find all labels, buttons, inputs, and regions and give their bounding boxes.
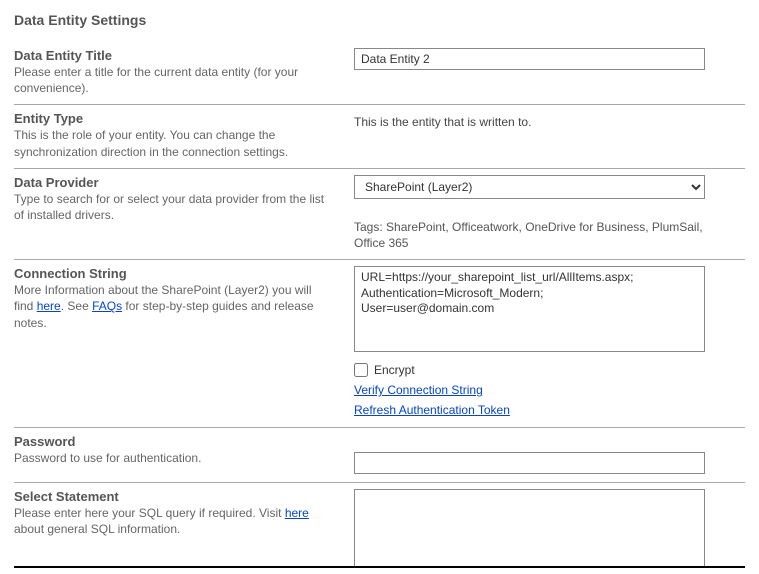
password-desc: Password to use for authentication. [14,450,326,466]
select-stmt-textarea[interactable] [354,489,705,568]
data-provider-select[interactable]: SharePoint (Layer2) [354,175,705,199]
conn-string-desc: More Information about the SharePoint (L… [14,282,326,331]
title-label: Data Entity Title [14,48,326,63]
entity-type-label: Entity Type [14,111,326,126]
password-label: Password [14,434,326,449]
section-data-provider: Data Provider Type to search for or sele… [14,169,745,260]
select-desc-prefix: Please enter here your SQL query if requ… [14,506,285,520]
select-desc-suffix: about general SQL information. [14,522,180,536]
conn-desc-mid: . See [61,299,92,313]
select-stmt-label: Select Statement [14,489,326,504]
section-entity-type: Entity Type This is the role of your ent… [14,105,745,168]
section-connection-string: Connection String More Information about… [14,260,745,428]
data-provider-tags: Tags: SharePoint, Officeatwork, OneDrive… [354,219,705,251]
verify-connection-link[interactable]: Verify Connection String [354,383,483,397]
page-title: Data Entity Settings [14,12,745,28]
password-input[interactable] [354,452,705,474]
section-select-statement: Select Statement Please enter here your … [14,483,745,568]
entity-type-desc: This is the role of your entity. You can… [14,127,326,159]
conn-here-link[interactable]: here [37,299,61,313]
refresh-token-link[interactable]: Refresh Authentication Token [354,403,510,417]
data-provider-label: Data Provider [14,175,326,190]
select-here-link[interactable]: here [285,506,309,520]
encrypt-label: Encrypt [374,363,415,377]
select-stmt-desc: Please enter here your SQL query if requ… [14,505,326,537]
title-desc: Please enter a title for the current dat… [14,64,326,96]
conn-string-textarea[interactable] [354,266,705,352]
section-password: Password Password to use for authenticat… [14,428,745,483]
encrypt-checkbox[interactable] [354,363,368,377]
conn-string-label: Connection String [14,266,326,281]
entity-type-value: This is the entity that is written to. [354,111,705,129]
conn-faqs-link[interactable]: FAQs [92,299,122,313]
data-provider-desc: Type to search for or select your data p… [14,191,326,223]
title-input[interactable] [354,48,705,70]
section-title: Data Entity Title Please enter a title f… [14,42,745,105]
